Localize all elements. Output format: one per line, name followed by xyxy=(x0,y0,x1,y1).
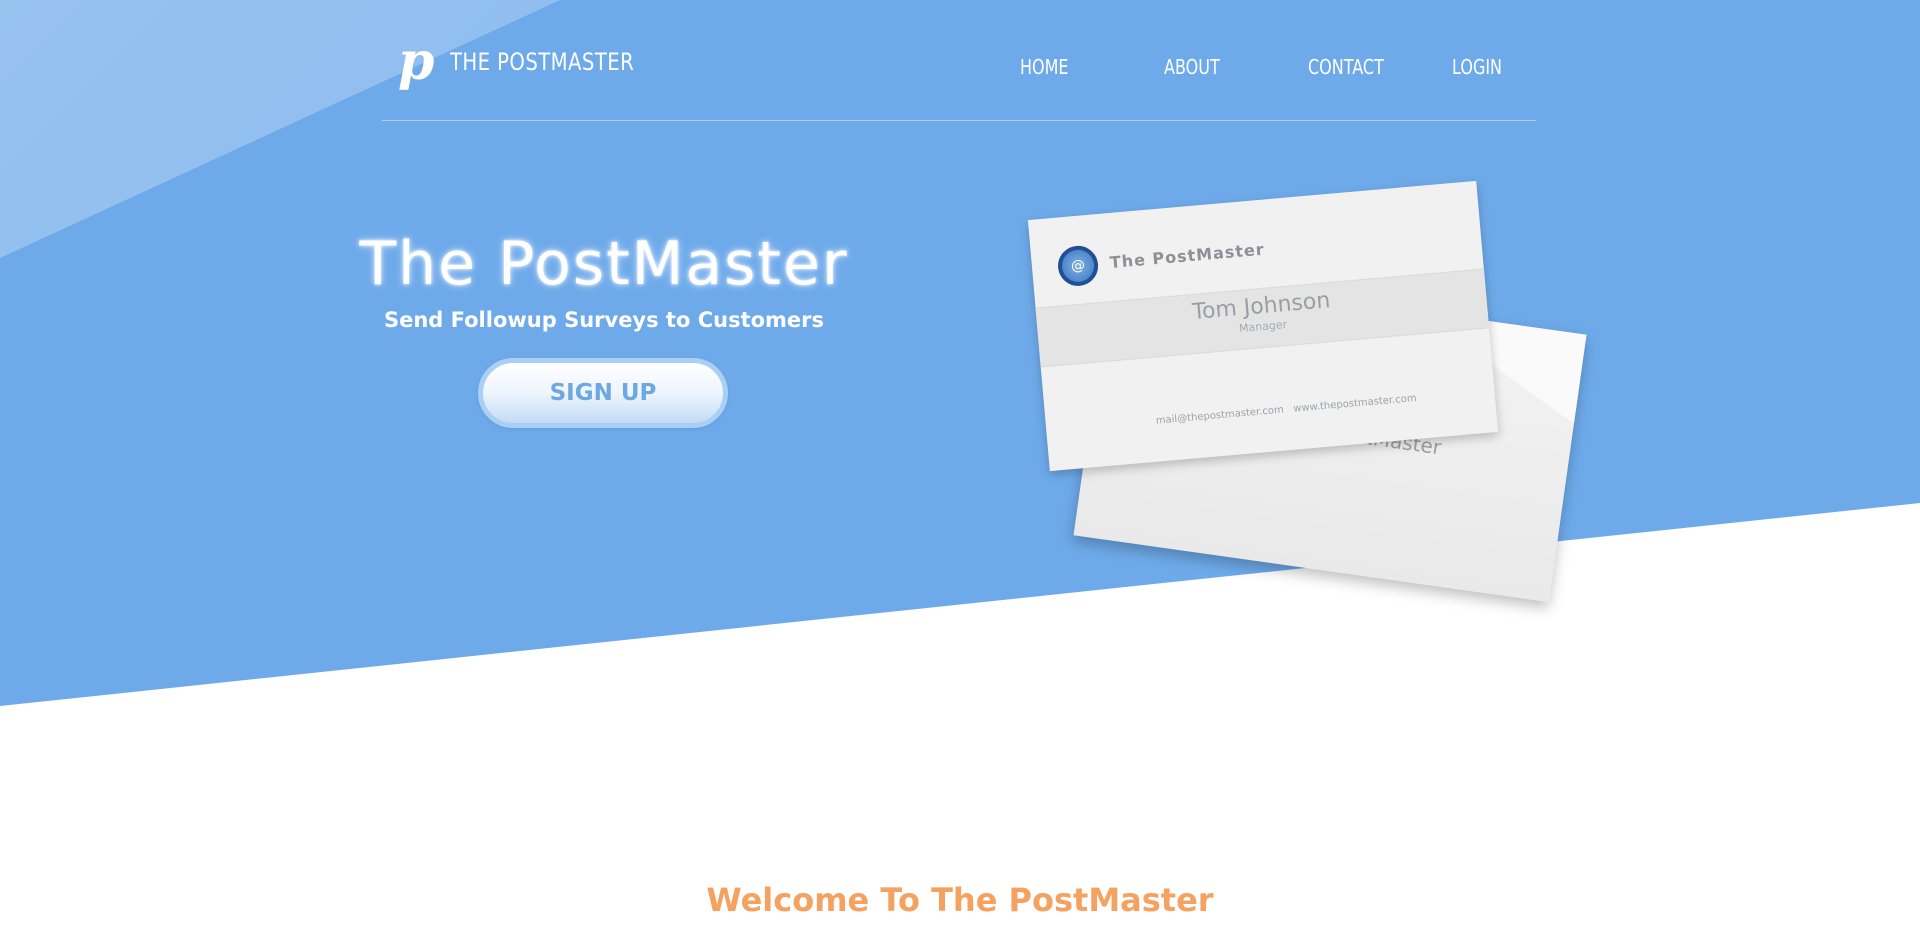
hero-background xyxy=(0,0,1920,706)
card-seal-icon: @ xyxy=(1056,244,1100,288)
nav-contact-link[interactable]: CONTACT xyxy=(1308,55,1384,79)
nav-login-link[interactable]: LOGIN xyxy=(1452,55,1502,79)
business-card-illustration: The PostMaster @ The PostMaster Tom John… xyxy=(1027,180,1610,660)
brand[interactable]: p THE POSTMASTER xyxy=(398,36,675,88)
header-divider xyxy=(382,120,1536,121)
nav-about-link[interactable]: ABOUT xyxy=(1164,55,1220,79)
hero-subtitle: Send Followup Surveys to Customers xyxy=(383,308,825,332)
card-company-text: The PostMaster xyxy=(1109,239,1266,273)
business-card-image: @ The PostMaster Tom Johnson Manager mai… xyxy=(1027,180,1499,472)
signup-button[interactable]: SIGN UP xyxy=(478,358,728,428)
card-website-text: www.thepostmaster.com xyxy=(1292,392,1418,415)
brand-logo-icon: p xyxy=(398,31,435,92)
landing-page: p THE POSTMASTER HOME ABOUT CONTACT LOGI… xyxy=(0,0,1920,937)
hero-title: The PostMaster xyxy=(359,229,849,299)
card-email-text: mail@thepostmaster.com xyxy=(1155,404,1285,427)
welcome-heading: Welcome To The PostMaster xyxy=(706,881,1214,919)
brand-name: THE POSTMASTER xyxy=(450,48,635,76)
nav-home-link[interactable]: HOME xyxy=(1020,55,1069,79)
